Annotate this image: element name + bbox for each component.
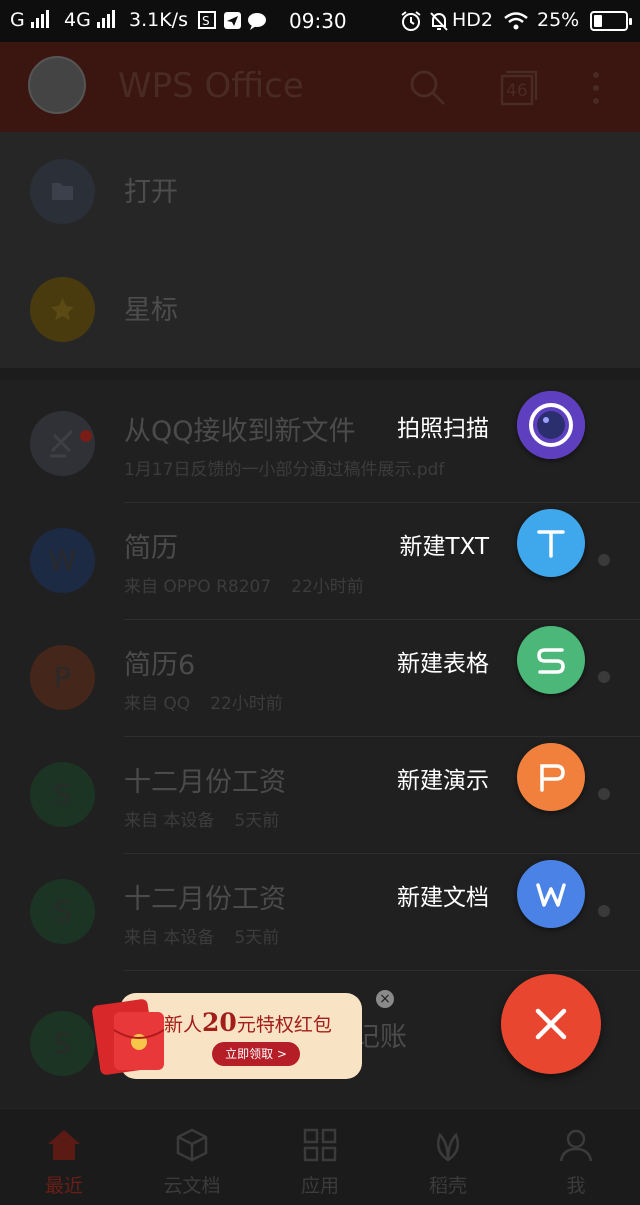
promo-amount: 20 <box>202 1008 237 1037</box>
file-time: 5天前 <box>234 811 280 831</box>
battery-level <box>594 15 602 27</box>
fab-new-sheet[interactable]: 新建表格 <box>0 626 640 696</box>
file-source: 1月17日反馈的一小部分通过稿件展示.pdf <box>124 460 445 480</box>
quick-action-starred[interactable]: 星标 <box>0 250 640 368</box>
doc-icon <box>517 860 585 928</box>
signal-icon <box>30 10 53 28</box>
wifi-icon <box>503 10 529 37</box>
cloud-box-icon <box>176 1128 208 1162</box>
signal-icon <box>96 10 119 28</box>
nav-label: 稻壳 <box>428 1175 467 1197</box>
nav-label: 最近 <box>44 1175 83 1197</box>
avatar[interactable] <box>28 56 86 114</box>
nav-docer[interactable]: 稻壳 <box>384 1109 512 1205</box>
notification-icons: S <box>198 11 276 36</box>
leaf-icon <box>437 1132 459 1162</box>
app-header: WPS Office 46 <box>0 42 640 132</box>
signal-2: 4G <box>64 9 119 31</box>
nav-apps[interactable]: 应用 <box>256 1109 384 1205</box>
alarm-icon <box>400 10 422 37</box>
fab-new-slides[interactable]: 新建演示 <box>0 743 640 813</box>
red-envelope-icon <box>113 1012 165 1070</box>
file-source: 来自 本设备 <box>124 811 215 831</box>
svg-text:S: S <box>202 14 210 28</box>
star-icon <box>30 277 95 342</box>
mute-bell-icon <box>428 10 450 37</box>
file-time: 22小时前 <box>210 694 283 714</box>
nav-recent[interactable]: 最近 <box>0 1109 128 1205</box>
quick-action-label: 星标 <box>124 295 178 326</box>
fab-label: 新建表格 <box>397 651 489 677</box>
nav-label: 云文档 <box>163 1175 221 1197</box>
bottom-nav: 最近 云文档 应用 稻壳 我 <box>0 1108 640 1205</box>
section-gap <box>0 368 640 380</box>
file-time: 22小时前 <box>291 577 364 597</box>
quick-action-open[interactable]: 打开 <box>0 132 640 250</box>
file-source: 来自 本设备 <box>124 928 215 948</box>
spreadsheet-icon: S <box>30 1011 95 1076</box>
fab-new-doc[interactable]: 新建文档 <box>0 860 640 930</box>
file-source: 来自 OPPO R8207 <box>124 577 272 597</box>
battery-percent: 25% <box>537 9 580 31</box>
more-vertical-icon[interactable] <box>576 68 616 108</box>
promo-title-suffix: 元特权红包 <box>236 1014 332 1036</box>
file-type-glyph: S <box>53 1027 72 1060</box>
nav-me[interactable]: 我 <box>512 1109 640 1205</box>
carrier-label-2: 4G <box>64 9 91 31</box>
promo-banner[interactable]: 新人20元特权红包 立即领取 > × <box>91 990 394 1082</box>
apps-grid-icon <box>303 1128 337 1162</box>
app-title: WPS Office <box>118 66 304 106</box>
close-fab-button[interactable] <box>501 974 601 1074</box>
file-time: 5天前 <box>234 928 280 948</box>
slides-icon <box>517 743 585 811</box>
network-type: HD2 <box>452 9 494 31</box>
fab-new-txt[interactable]: 新建TXT <box>0 509 640 579</box>
folder-icon <box>30 159 95 224</box>
person-icon <box>559 1129 593 1162</box>
nav-cloud-docs[interactable]: 云文档 <box>128 1109 256 1205</box>
close-icon <box>535 1008 567 1040</box>
fab-label: 新建TXT <box>399 534 489 560</box>
fab-scan[interactable]: 拍照扫描 <box>0 391 640 461</box>
status-bar: G 4G 3.1K/s S 09:30 HD2 25% <box>0 0 640 42</box>
home-icon <box>48 1130 80 1160</box>
tabs-button[interactable]: 46 <box>498 68 538 108</box>
carrier-label-1: G <box>10 9 25 31</box>
file-source: 来自 QQ <box>124 694 191 714</box>
fab-label: 新建文档 <box>397 885 489 911</box>
promo-close-icon[interactable]: × <box>376 990 394 1008</box>
notification-app-icons: S <box>198 11 266 30</box>
promo-title: 新人20元特权红包 <box>164 1008 332 1037</box>
quick-action-label: 打开 <box>124 177 178 208</box>
promo-title-prefix: 新人 <box>164 1014 203 1036</box>
clock: 09:30 <box>289 9 347 33</box>
search-icon[interactable] <box>408 68 448 108</box>
camera-icon <box>517 391 585 459</box>
fab-label: 拍照扫描 <box>397 416 489 442</box>
tab-count: 46 <box>506 81 528 101</box>
promo-claim-button[interactable]: 立即领取 > <box>212 1042 300 1066</box>
battery-icon <box>590 11 632 31</box>
nav-label: 我 <box>566 1175 586 1197</box>
network-speed: 3.1K/s <box>129 9 188 31</box>
nav-label: 应用 <box>300 1175 339 1197</box>
divider <box>124 970 640 971</box>
sheet-icon <box>517 626 585 694</box>
txt-icon <box>517 509 585 577</box>
signal-1: G <box>10 9 53 31</box>
fab-label: 新建演示 <box>397 768 489 794</box>
